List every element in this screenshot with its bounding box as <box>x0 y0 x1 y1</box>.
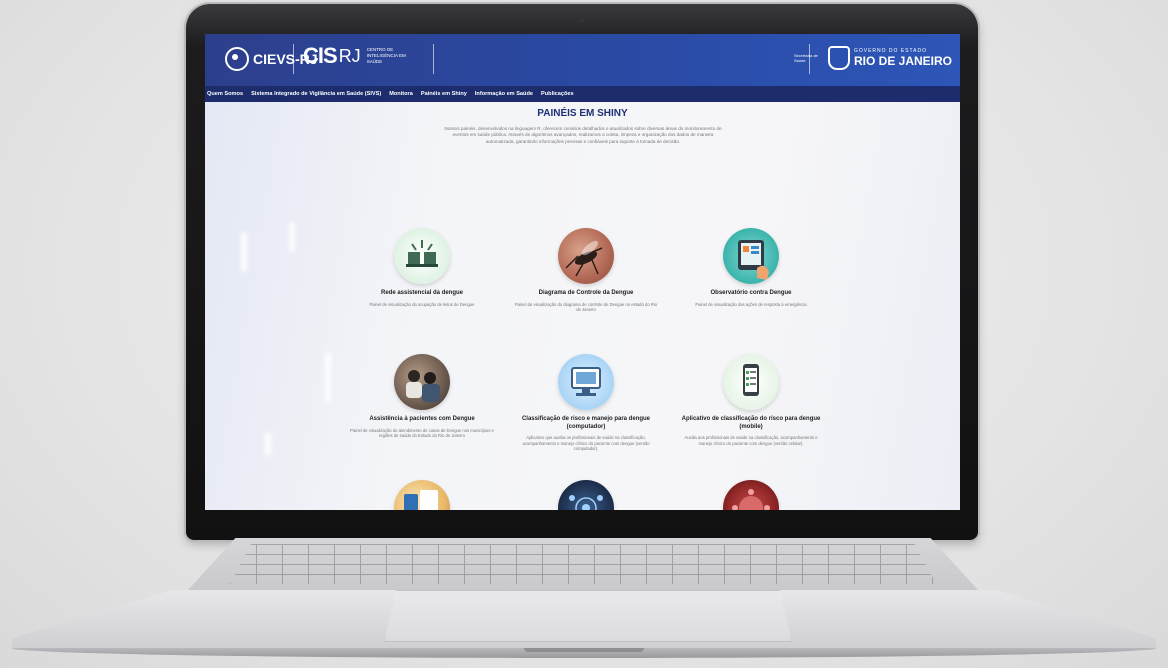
card-title: Assistência à pacientes com Dengue <box>369 416 475 422</box>
phone-app-icon <box>394 480 450 510</box>
card-title: Rede assistencial da dengue <box>380 290 464 296</box>
page-intro: Nossos painéis, desenvolvidos na linguag… <box>444 126 722 144</box>
computer-icon <box>558 354 614 410</box>
card-row3-2[interactable] <box>506 480 666 510</box>
laptop-notch <box>524 648 644 652</box>
light-streak <box>325 352 331 402</box>
card-diagrama-controle[interactable]: Diagrama de Controle da Dengue Painel de… <box>506 228 666 313</box>
nav-item-sivs[interactable]: Sistema Integrado de Vigilância em Saúde… <box>251 91 381 97</box>
card-rede-assistencial[interactable]: Rede assistencial da dengue Painel de vi… <box>342 228 502 307</box>
nav-item-paineis-shiny[interactable]: Painéis em Shiny <box>421 91 467 97</box>
patients-photo-icon <box>394 354 450 410</box>
card-title: Observatório contra Dengue <box>710 290 792 296</box>
card-row3-3[interactable] <box>671 480 831 510</box>
card-title: Aplicativo de classificação do risco par… <box>681 416 821 430</box>
card-description: Auxilia aos profissionais de saúde na cl… <box>684 435 818 446</box>
card-description: Painel de visualização do diagrama de co… <box>514 301 658 313</box>
card-observatorio[interactable]: Observatório contra Dengue Painel de vis… <box>671 228 831 307</box>
tablet-icon <box>723 228 779 284</box>
virus-icon <box>723 480 779 510</box>
light-streak <box>265 432 271 456</box>
page-title: PAINÉIS EM SHINY <box>537 108 628 119</box>
light-streak <box>289 222 295 252</box>
card-row3-1[interactable] <box>342 480 502 510</box>
trackpad <box>384 590 792 642</box>
webcam <box>579 18 584 23</box>
mosquito-icon <box>558 228 614 284</box>
laptop-base <box>12 538 1156 658</box>
laptop-screen: CIEVS-RJ CIS RJ CENTRO DE INTELIGÊNCIA E… <box>205 34 960 510</box>
network-icon <box>558 480 614 510</box>
cis-logo-text: CIS <box>303 43 338 68</box>
card-classificacao-computador[interactable]: Classificação de risco e manejo para den… <box>506 354 666 452</box>
rio-text: RIO DE JANEIRO <box>853 54 952 68</box>
nav-item-informacao-saude[interactable]: Informação em Saúde <box>475 91 533 97</box>
cis-subtitle: CENTRO DE INTELIGÊNCIA EM SAÚDE <box>366 47 406 64</box>
cis-rj-text: RJ <box>338 45 361 66</box>
card-title: Classificação de risco e manejo para den… <box>521 416 651 430</box>
nav-item-publicacoes[interactable]: Publicações <box>541 91 574 97</box>
divider <box>293 44 294 74</box>
card-aplicativo-mobile[interactable]: Aplicativo de classificação do risco par… <box>671 354 831 446</box>
card-description: Aplicativo que auxilia os profissionais … <box>522 435 650 452</box>
cis-logo[interactable]: CIS RJ CENTRO DE INTELIGÊNCIA EM SAÚDE <box>303 43 411 69</box>
mobile-checklist-icon <box>723 354 779 410</box>
divider <box>433 44 434 74</box>
card-description: Painel de visualização da ocupação de le… <box>369 301 475 307</box>
card-description: Painel de visualização do atendimento de… <box>350 427 494 439</box>
nav-item-quem-somos[interactable]: Quem Somos <box>207 91 243 97</box>
secretaria-text: Secretaria de Saúde <box>793 53 818 63</box>
crest-icon <box>827 46 850 70</box>
site-header: CIEVS-RJ CIS RJ CENTRO DE INTELIGÊNCIA E… <box>205 34 960 86</box>
light-streak <box>241 232 247 272</box>
nav-item-monitora[interactable]: Monitora <box>389 91 413 97</box>
governo-rj-logo[interactable]: Secretaria de Saúde GOVERNO DO ESTADO RI… <box>794 46 952 70</box>
card-title: Diagrama de Controle da Dengue <box>538 290 634 296</box>
keyboard <box>230 544 936 584</box>
card-assistencia-pacientes[interactable]: Assistência à pacientes com Dengue Paine… <box>342 354 502 439</box>
main-content: PAINÉIS EM SHINY Nossos painéis, desenvo… <box>205 102 960 510</box>
virus-icon <box>225 47 249 71</box>
main-nav: Quem Somos Sistema Integrado de Vigilânc… <box>205 86 960 102</box>
card-description: Painel de visualização das ações de resp… <box>695 301 807 307</box>
hospital-beds-icon <box>394 228 450 284</box>
